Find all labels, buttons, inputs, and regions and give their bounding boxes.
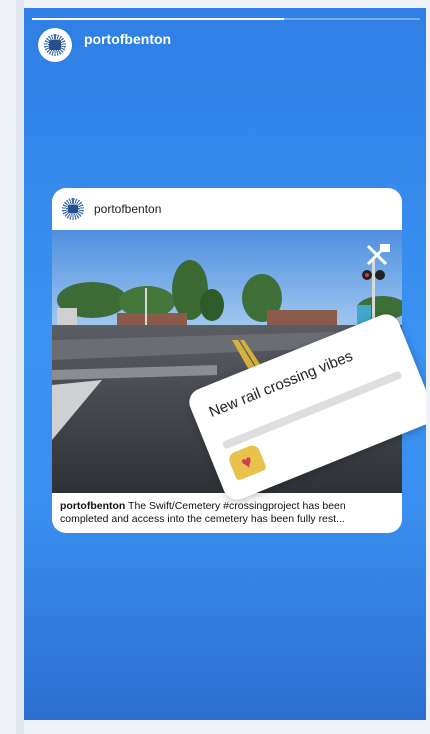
post-avatar[interactable] — [62, 198, 84, 220]
story-username[interactable]: portofbenton — [84, 31, 171, 47]
bottom-bar — [24, 720, 426, 734]
photo-overlay-icon — [366, 244, 390, 266]
story-progress-bar — [32, 18, 420, 20]
story-frame[interactable]: portofbenton portofbenton portofbenton T… — [24, 8, 426, 720]
story-header: portofbenton — [38, 28, 171, 62]
heart-eyes-icon[interactable]: ♥ — [226, 443, 268, 482]
post-username[interactable]: portofbenton — [94, 202, 161, 216]
left-edge-strip — [16, 0, 24, 734]
story-progress-fill — [32, 18, 285, 20]
profile-avatar[interactable] — [38, 28, 72, 62]
caption-username[interactable]: portofbenton — [60, 500, 125, 512]
post-header: portofbenton — [52, 188, 402, 230]
post-caption: portofbenton The Swift/Cemetery #crossin… — [52, 493, 402, 533]
seal-icon — [44, 34, 66, 56]
poll-slider-track[interactable] — [221, 370, 403, 450]
